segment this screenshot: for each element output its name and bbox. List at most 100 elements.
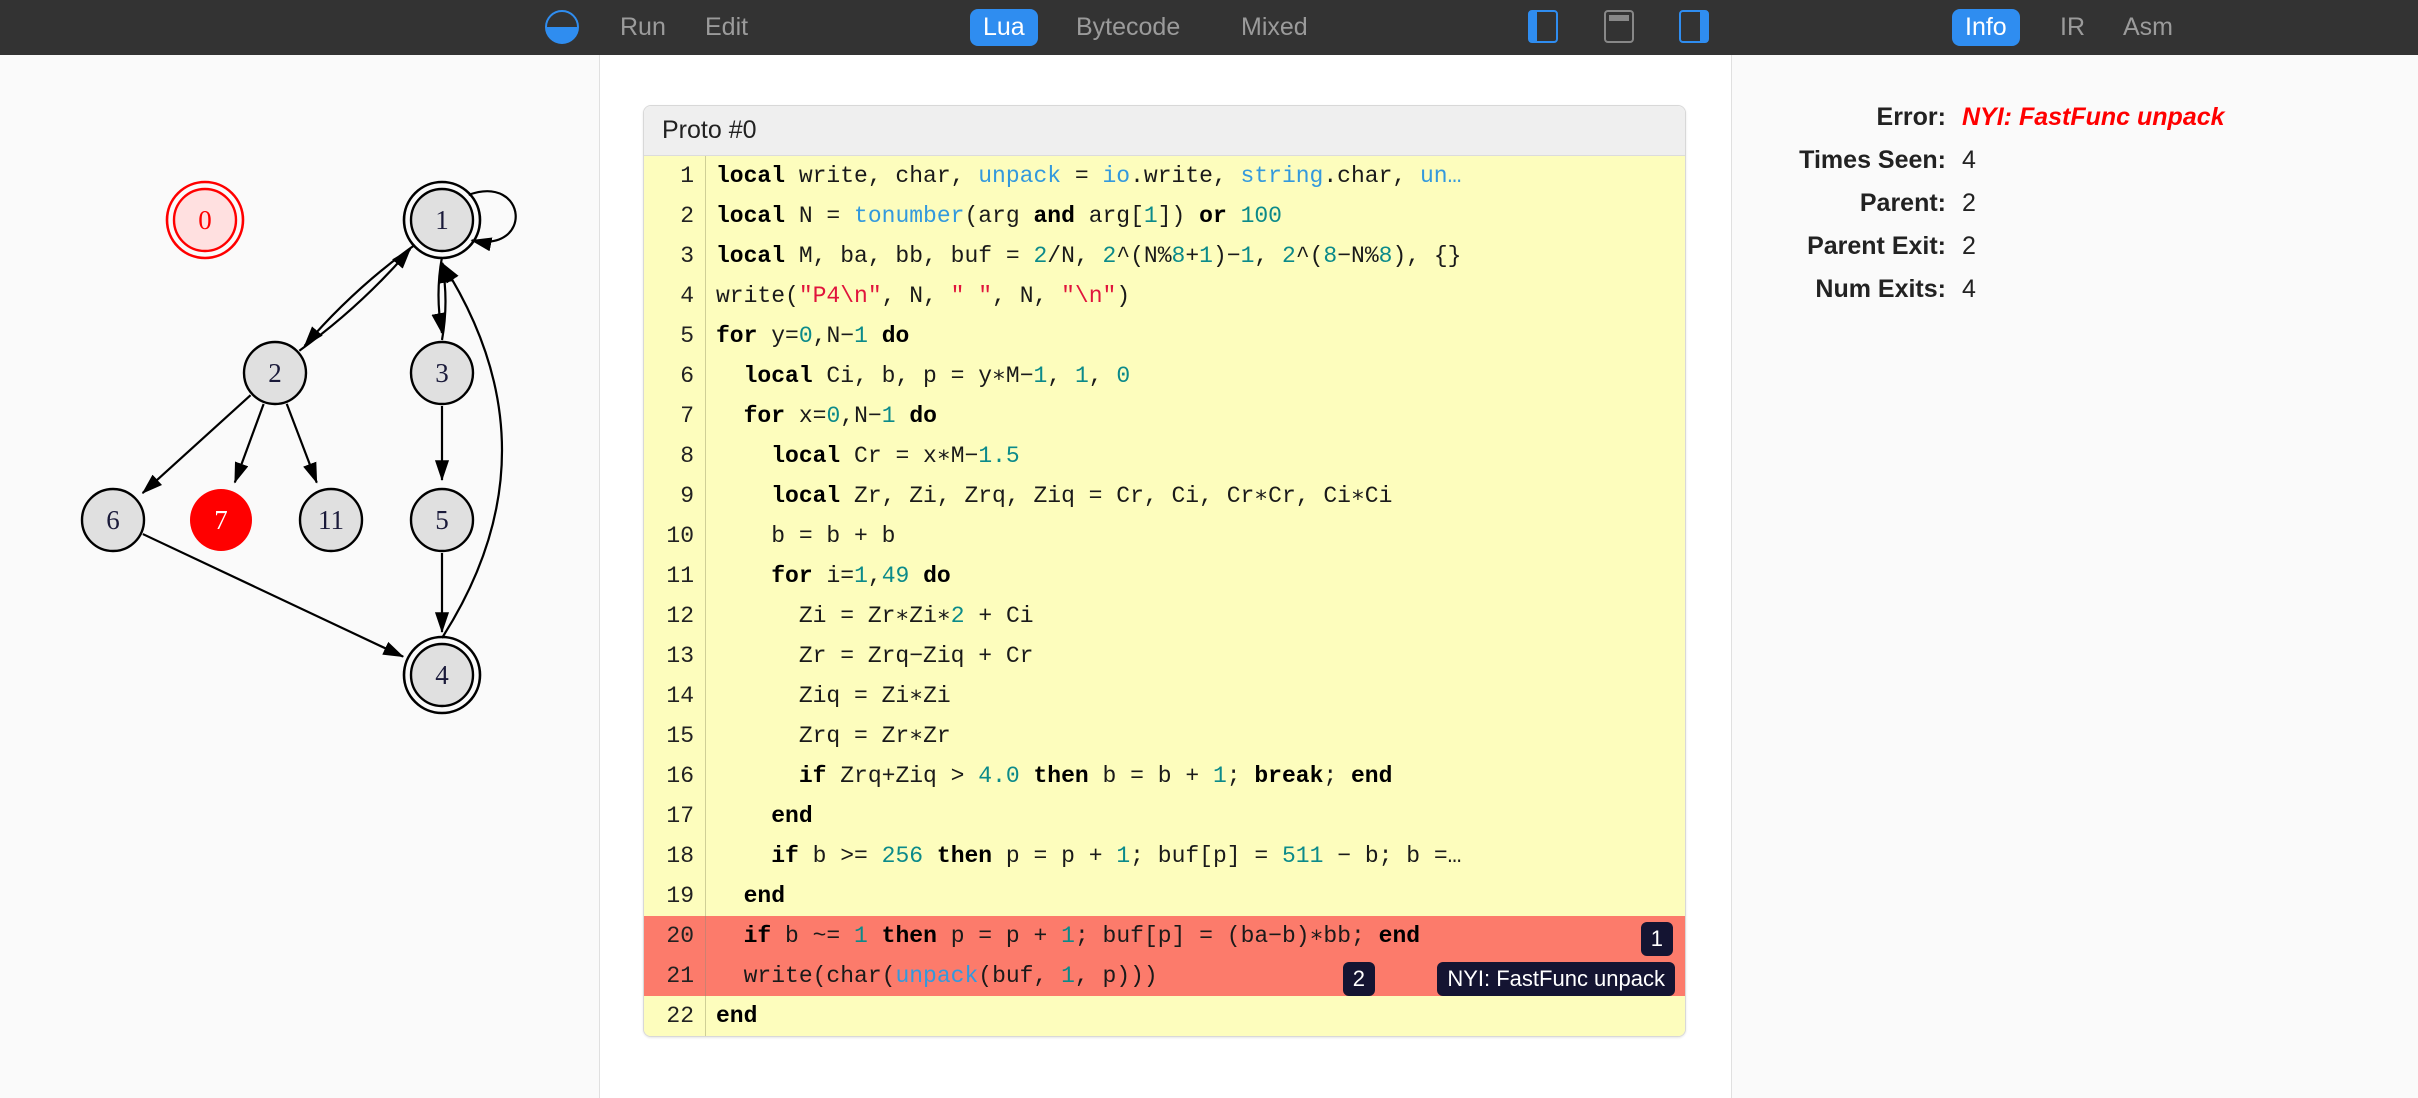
code-line[interactable]: 13 Zr = Zrq−Ziq + Cr xyxy=(644,636,1685,676)
trace-info-panel: Error:NYI: FastFunc unpackTimes Seen:4Pa… xyxy=(1731,55,2418,1098)
left-panel-bar xyxy=(1530,12,1537,41)
top-toolbar: Run Edit Lua Bytecode Mixed Info IR Asm xyxy=(0,0,2418,55)
run-button[interactable]: Run xyxy=(620,15,666,40)
tab-info[interactable]: Info xyxy=(1952,9,2020,46)
graph-edges xyxy=(143,191,516,656)
code-line[interactable]: 4write("P4\n", N, " ", N, "\n") xyxy=(644,276,1685,316)
error-value: NYI: FastFunc unpack xyxy=(1962,103,2225,132)
code-line[interactable]: 3local M, ba, bb, buf = 2/N, 2^(N%8+1)−1… xyxy=(644,236,1685,276)
code-line[interactable]: 1local write, char, unpack = io.write, s… xyxy=(644,156,1685,196)
code-line[interactable]: 8 local Cr = x∗M−1.5 xyxy=(644,436,1685,476)
line-number: 21 xyxy=(644,956,706,996)
graph-edge xyxy=(287,404,317,483)
graph-node-4[interactable]: 4 xyxy=(404,637,480,713)
info-row: Parent Exit:2 xyxy=(1732,232,2418,261)
graph-node-11[interactable]: 11 xyxy=(300,489,362,551)
tab-lua[interactable]: Lua xyxy=(970,9,1038,46)
exit-badge-1[interactable]: 1 xyxy=(1641,922,1673,956)
code-line-error[interactable]: 20 if b ~= 1 then p = p + 1; buf[p] = (b… xyxy=(644,916,1685,956)
node-label: 6 xyxy=(106,505,120,535)
code-line[interactable]: 9 local Zr, Zi, Zrq, Ziq = Cr, Ci, Cr∗Cr… xyxy=(644,476,1685,516)
tab-asm[interactable]: Asm xyxy=(2110,9,2186,46)
code-line[interactable]: 22end xyxy=(644,996,1685,1036)
info-value: 4 xyxy=(1962,146,1976,175)
code-line[interactable]: 15 Zrq = Zr∗Zr xyxy=(644,716,1685,756)
code-line[interactable]: 19 end xyxy=(644,876,1685,916)
line-number: 17 xyxy=(644,796,706,836)
line-number: 2 xyxy=(644,196,706,236)
trace-graph-svg: 0 1 2 3 6 7 11 5 4 xyxy=(0,55,600,1098)
line-source: for i=1,49 do xyxy=(706,556,1685,596)
code-line[interactable]: 7 for x=0,N−1 do xyxy=(644,396,1685,436)
graph-node-1[interactable]: 1 xyxy=(404,182,480,258)
line-number: 12 xyxy=(644,596,706,636)
code-line-error[interactable]: 21 write(char(unpack(buf, 1, p)))2NYI: F… xyxy=(644,956,1685,996)
node-label: 7 xyxy=(214,505,228,535)
graph-nodes: 0 1 2 3 6 7 11 5 4 xyxy=(82,182,480,713)
graph-edge xyxy=(299,249,410,351)
line-number: 8 xyxy=(644,436,706,476)
line-source: end xyxy=(706,876,1685,916)
line-number: 19 xyxy=(644,876,706,916)
app-logo[interactable] xyxy=(545,10,579,44)
info-value: 2 xyxy=(1962,232,1976,261)
code-line[interactable]: 12 Zi = Zr∗Zi∗2 + Ci xyxy=(644,596,1685,636)
graph-edge xyxy=(235,404,264,482)
code-line[interactable]: 5for y=0,N−1 do xyxy=(644,316,1685,356)
code-line[interactable]: 6 local Ci, b, p = y∗M−1, 1, 0 xyxy=(644,356,1685,396)
line-number: 6 xyxy=(644,356,706,396)
line-source: local Zr, Zi, Zrq, Ziq = Cr, Ci, Cr∗Cr, … xyxy=(706,476,1685,516)
line-source: Ziq = Zi∗Zi xyxy=(706,676,1685,716)
info-value: 2 xyxy=(1962,189,1976,218)
center-panel-icon[interactable] xyxy=(1604,10,1634,43)
graph-node-7[interactable]: 7 xyxy=(190,489,252,551)
line-number: 20 xyxy=(644,916,706,956)
line-number: 16 xyxy=(644,756,706,796)
line-number: 11 xyxy=(644,556,706,596)
graph-node-3[interactable]: 3 xyxy=(411,342,473,404)
right-panel-icon[interactable] xyxy=(1679,10,1709,43)
line-number: 5 xyxy=(644,316,706,356)
code-lines[interactable]: 1 local write, char, unpack = io.write, s… xyxy=(644,156,1685,1036)
tab-bytecode[interactable]: Bytecode xyxy=(1063,9,1193,46)
edit-button[interactable]: Edit xyxy=(705,15,748,40)
line-number: 13 xyxy=(644,636,706,676)
code-line[interactable]: 11 for i=1,49 do xyxy=(644,556,1685,596)
graph-node-2[interactable]: 2 xyxy=(244,342,306,404)
tab-mixed[interactable]: Mixed xyxy=(1228,9,1321,46)
line-number: 18 xyxy=(644,836,706,876)
line-number: 10 xyxy=(644,516,706,556)
tab-ir[interactable]: IR xyxy=(2047,9,2098,46)
node-label: 3 xyxy=(435,358,449,388)
line-source: local N = tonumber(arg and arg[1]) or 10… xyxy=(706,196,1685,236)
exit-badge-2[interactable]: 2 xyxy=(1343,962,1375,996)
line-number: 3 xyxy=(644,236,706,276)
code-line[interactable]: 18 if b >= 256 then p = p + 1; buf[p] = … xyxy=(644,836,1685,876)
line-source: local write, char, unpack = io.write, st… xyxy=(706,156,1685,196)
trace-graph-panel[interactable]: 0 1 2 3 6 7 11 5 4 xyxy=(0,55,600,1098)
line-number: 14 xyxy=(644,676,706,716)
code-line[interactable]: 16 if Zrq+Ziq > 4.0 then b = b + 1; brea… xyxy=(644,756,1685,796)
info-row: Error:NYI: FastFunc unpack xyxy=(1732,103,2418,132)
node-label: 4 xyxy=(435,660,449,690)
line-source: Zr = Zrq−Ziq + Cr xyxy=(706,636,1685,676)
proto-card: Proto #0 1local write, char, unpack = io… xyxy=(643,105,1686,1037)
node-label: 5 xyxy=(435,505,449,535)
line-source: write("P4\n", N, " ", N, "\n") xyxy=(706,276,1685,316)
info-label: Num Exits: xyxy=(1732,275,1962,304)
graph-node-6[interactable]: 6 xyxy=(82,489,144,551)
code-line[interactable]: 2local N = tonumber(arg and arg[1]) or 1… xyxy=(644,196,1685,236)
line-number: 22 xyxy=(644,996,706,1036)
left-panel-icon[interactable] xyxy=(1528,10,1558,43)
line-source: if b >= 256 then p = p + 1; buf[p] = 511… xyxy=(706,836,1685,876)
code-line[interactable]: 14 Ziq = Zi∗Zi xyxy=(644,676,1685,716)
line-number: 15 xyxy=(644,716,706,756)
code-line[interactable]: 10 b = b + b xyxy=(644,516,1685,556)
graph-edge xyxy=(442,263,446,340)
graph-node-0[interactable]: 0 xyxy=(167,182,243,258)
line-source: end xyxy=(706,996,1685,1036)
node-label: 2 xyxy=(268,358,282,388)
code-line[interactable]: 17 end xyxy=(644,796,1685,836)
line-number: 9 xyxy=(644,476,706,516)
graph-node-5[interactable]: 5 xyxy=(411,489,473,551)
